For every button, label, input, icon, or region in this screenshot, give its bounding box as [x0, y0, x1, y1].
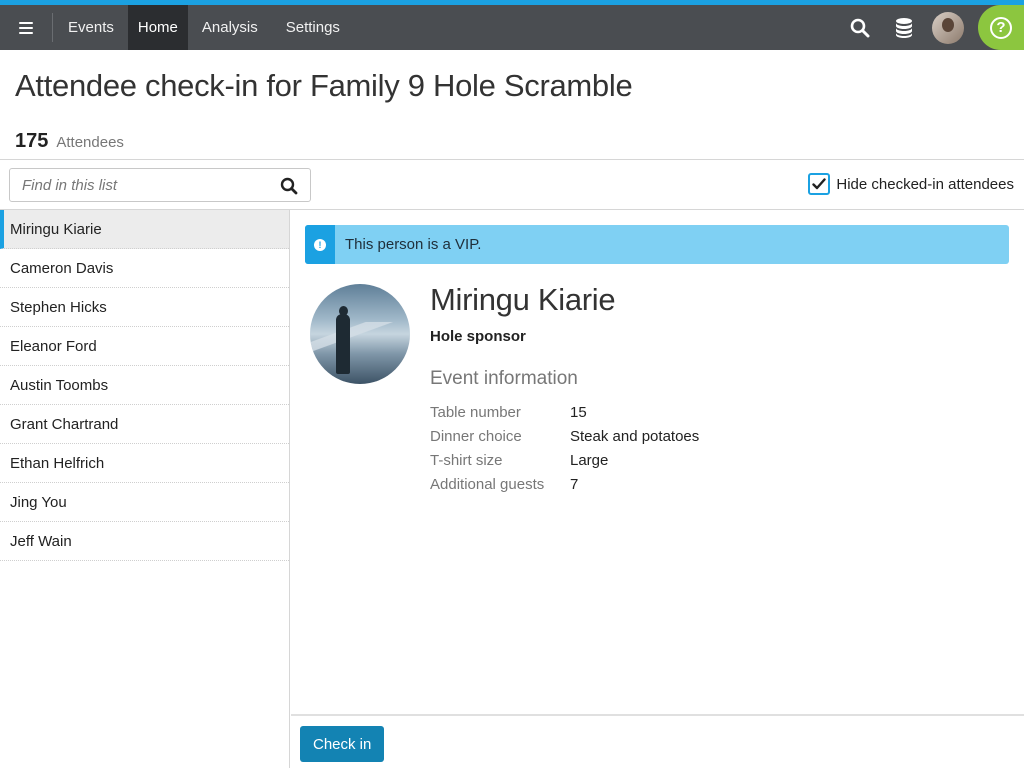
- list-item[interactable]: Cameron Davis: [0, 249, 289, 288]
- list-item[interactable]: Jeff Wain: [0, 522, 289, 561]
- hamburger-icon: [19, 21, 33, 34]
- info-label: T-shirt size: [430, 451, 503, 469]
- event-info-grid: Table number 15 Dinner choice Steak and …: [430, 400, 699, 496]
- list-item[interactable]: Austin Toombs: [0, 366, 289, 405]
- attendee-count: 175 Attendees: [15, 130, 124, 153]
- detail-footer: Check in: [291, 714, 1024, 768]
- nav-analysis[interactable]: Analysis: [188, 5, 272, 50]
- nav-settings[interactable]: Settings: [272, 5, 354, 50]
- attendee-count-label: Attendees: [56, 134, 124, 151]
- menu-button[interactable]: [0, 13, 53, 42]
- info-label: Dinner choice: [430, 427, 522, 445]
- info-label: Additional guests: [430, 475, 545, 493]
- info-value: 7: [570, 475, 579, 493]
- page-title: Attendee check-in for Family 9 Hole Scra…: [15, 68, 633, 103]
- list-item[interactable]: Ethan Helfrich: [0, 444, 289, 483]
- database-button[interactable]: [882, 5, 926, 50]
- top-navbar: Events Home Analysis Settings ?: [0, 5, 1024, 50]
- list-item[interactable]: Jing You: [0, 483, 289, 522]
- info-value: 15: [570, 403, 587, 421]
- check-in-button[interactable]: Check in: [300, 726, 385, 762]
- vip-message: This person is a VIP.: [345, 236, 482, 253]
- info-row-dinner: Dinner choice Steak and potatoes: [430, 424, 699, 448]
- checkmark-icon: [812, 178, 827, 190]
- help-icon: ?: [990, 16, 1012, 39]
- info-row-table: Table number 15: [430, 400, 699, 424]
- attendee-list: Miringu Kiarie Cameron Davis Stephen Hic…: [0, 210, 290, 768]
- hide-checked-toggle[interactable]: Hide checked-in attendees: [808, 173, 1014, 195]
- profile-photo: [310, 284, 410, 384]
- nav-events[interactable]: Events: [53, 5, 128, 50]
- info-label: Table number: [430, 403, 521, 421]
- search-box: [9, 168, 311, 202]
- hide-checked-label: Hide checked-in attendees: [836, 175, 1014, 193]
- attendee-name: Miringu Kiarie: [430, 282, 616, 317]
- database-icon: [896, 17, 912, 38]
- list-item[interactable]: Stephen Hicks: [0, 288, 289, 327]
- list-toolbar: Hide checked-in attendees: [0, 159, 1024, 210]
- info-row-tshirt: T-shirt size Large: [430, 448, 699, 472]
- vip-icon-box: !: [305, 225, 335, 264]
- search-icon[interactable]: [280, 177, 298, 195]
- info-value: Large: [570, 451, 609, 469]
- vip-banner: ! This person is a VIP.: [305, 225, 1009, 264]
- info-icon: !: [314, 238, 326, 251]
- info-row-guests: Additional guests 7: [430, 472, 699, 496]
- nav-home[interactable]: Home: [127, 5, 188, 50]
- help-button[interactable]: ?: [978, 5, 1024, 50]
- list-item[interactable]: Eleanor Ford: [0, 327, 289, 366]
- info-value: Steak and potatoes: [570, 427, 700, 445]
- nav-right-tools: ?: [838, 5, 1024, 50]
- search-icon: [850, 18, 870, 37]
- attendee-role: Hole sponsor: [430, 328, 526, 345]
- list-item[interactable]: Grant Chartrand: [0, 405, 289, 444]
- attendee-detail: ! This person is a VIP. Miringu Kiarie H…: [291, 210, 1024, 715]
- list-item[interactable]: Miringu Kiarie: [0, 210, 289, 249]
- search-input[interactable]: [10, 169, 265, 201]
- hide-checked-checkbox[interactable]: [808, 173, 831, 195]
- attendee-count-number: 175: [15, 130, 49, 152]
- search-button[interactable]: [838, 5, 882, 50]
- avatar[interactable]: [932, 11, 964, 44]
- event-info-heading: Event information: [430, 368, 578, 389]
